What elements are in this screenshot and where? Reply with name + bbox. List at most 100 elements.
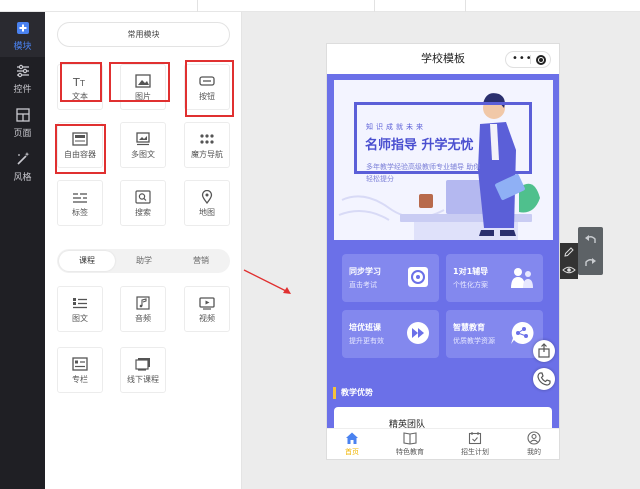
top-toolbar	[0, 0, 640, 12]
capsule-divider	[530, 55, 531, 64]
eye-icon	[562, 266, 576, 274]
component-audio[interactable]: 音频	[120, 286, 166, 332]
component-label: 标签	[72, 208, 88, 217]
offline-course-icon	[135, 358, 150, 371]
tabbar-label: 我的	[527, 448, 541, 456]
card-title: 1对1辅导	[453, 267, 489, 276]
redo-icon[interactable]	[583, 255, 598, 270]
feature-card-smart-edu[interactable]: 智慧教育 优质教学资源	[446, 310, 543, 358]
share-icon	[538, 343, 550, 358]
magic-wand-icon	[16, 152, 29, 165]
component-label: 线下课程	[127, 375, 159, 384]
card-subtitle: 直击考试	[349, 281, 377, 289]
article-icon	[73, 298, 87, 309]
component-label: 多图文	[131, 150, 155, 159]
open-book-icon	[403, 432, 417, 445]
section-accent-bar	[333, 387, 336, 399]
component-panel: 常用模块 T T 文本 图片 按钮 自由容器 多图文 魔方导航 标签 搜索 地图…	[45, 12, 242, 489]
component-label: 魔方导航	[191, 150, 223, 159]
rail-item-style[interactable]: 风格	[0, 151, 45, 191]
tabbar-mine[interactable]: 我的	[511, 431, 557, 457]
audio-icon	[136, 296, 150, 310]
tag-icon	[73, 193, 87, 203]
component-video[interactable]: 视频	[184, 286, 230, 332]
component-grid-nav[interactable]: 魔方导航	[184, 122, 230, 168]
banner-slogan: 知识成就未来	[366, 123, 426, 131]
highlight-box-button	[185, 60, 234, 117]
pencil-icon	[564, 247, 574, 257]
feature-card-sync-study[interactable]: 同步学习 直击考试	[342, 254, 439, 302]
bottom-tabbar: 首页 特色教育 招生计划 我的	[327, 428, 559, 459]
component-column[interactable]: 专栏	[57, 347, 103, 393]
page-layout-icon	[15, 108, 30, 122]
component-label: 图文	[72, 314, 88, 323]
book-icon	[408, 267, 428, 287]
rail-item-label: 控件	[13, 85, 32, 95]
rail-item-modules[interactable]: 模块	[0, 20, 45, 60]
share-float-button[interactable]	[533, 340, 555, 362]
rail-item-label: 模块	[13, 42, 32, 52]
left-rail: 模块 控件 页面 风格	[0, 12, 45, 489]
tabbar-enrollment[interactable]: 招生计划	[452, 431, 498, 457]
red-arrow-annotation	[243, 269, 291, 294]
component-offline-course[interactable]: 线下课程	[120, 347, 166, 393]
toolbar-divider	[465, 0, 466, 12]
card-title: 培优班课	[349, 323, 381, 332]
category-tabs: 课程 助学 营销	[57, 249, 230, 273]
grid-nav-icon	[200, 134, 214, 144]
common-modules-header: 常用模块	[57, 22, 230, 47]
tab-course[interactable]: 课程	[59, 251, 115, 271]
map-pin-icon	[201, 190, 213, 204]
feature-card-class[interactable]: 培优班课 提升更有效	[342, 310, 439, 358]
tab-study-aid[interactable]: 助学	[116, 251, 172, 271]
component-tag[interactable]: 标签	[57, 180, 103, 226]
rail-item-controls[interactable]: 控件	[0, 63, 45, 103]
user-icon	[527, 431, 541, 445]
banner-description: 多年教学经验高级教师专业辅导 助你轻松提分	[366, 163, 481, 183]
component-search[interactable]: 搜索	[120, 180, 166, 226]
edit-tool-button[interactable]	[560, 243, 578, 261]
multi-image-text-icon	[136, 132, 150, 146]
sliders-icon	[16, 64, 29, 78]
column-icon	[72, 357, 88, 371]
toolbar-divider	[374, 0, 375, 12]
section-title: 教学优势	[341, 388, 373, 397]
chat-bubble-icon	[511, 321, 534, 344]
card-title: 智慧教育	[453, 323, 485, 332]
phone-preview: 学校模板 ••• 知识成就未来 名师指导 升学无忧 多年教学经验高级教师专业辅导…	[326, 43, 560, 460]
banner-headline: 名师指导 升学无忧	[365, 138, 474, 153]
rail-item-label: 风格	[13, 173, 32, 183]
component-label: 地图	[199, 208, 215, 217]
phone-icon	[537, 372, 551, 386]
add-square-icon	[16, 22, 29, 34]
component-map[interactable]: 地图	[184, 180, 230, 226]
rail-item-pages[interactable]: 页面	[0, 107, 45, 147]
mini-program-capsule[interactable]: •••	[505, 51, 551, 68]
tabbar-label: 首页	[345, 448, 359, 456]
close-ring-icon[interactable]	[536, 55, 546, 65]
tabbar-featured-education[interactable]: 特色教育	[387, 431, 433, 457]
toolbar-divider	[197, 0, 198, 12]
card-subtitle: 提升更有效	[349, 337, 384, 345]
highlight-box-image	[109, 62, 170, 102]
tab-marketing[interactable]: 营销	[173, 251, 229, 271]
tabbar-label: 特色教育	[396, 448, 424, 456]
tabbar-home[interactable]: 首页	[329, 431, 375, 457]
home-icon	[346, 432, 358, 444]
history-controls	[578, 227, 603, 275]
card-subtitle: 优质教学资源	[453, 337, 495, 345]
highlight-box-text	[60, 62, 102, 102]
calendar-check-icon	[468, 432, 482, 445]
card-subtitle: 个性化方案	[453, 281, 488, 289]
component-label: 搜索	[135, 208, 151, 217]
fast-forward-icon	[407, 322, 429, 344]
undo-icon[interactable]	[583, 232, 598, 247]
visibility-tool-button[interactable]	[560, 261, 578, 279]
component-label: 专栏	[72, 375, 88, 384]
hero-banner[interactable]: 知识成就未来 名师指导 升学无忧 多年教学经验高级教师专业辅导 助你轻松提分	[334, 80, 553, 240]
feature-card-tutoring[interactable]: 1对1辅导 个性化方案	[446, 254, 543, 302]
component-multi-image-text[interactable]: 多图文	[120, 122, 166, 168]
phone-call-float-button[interactable]	[533, 368, 555, 390]
highlight-box-free-container	[55, 124, 106, 174]
component-article[interactable]: 图文	[57, 286, 103, 332]
